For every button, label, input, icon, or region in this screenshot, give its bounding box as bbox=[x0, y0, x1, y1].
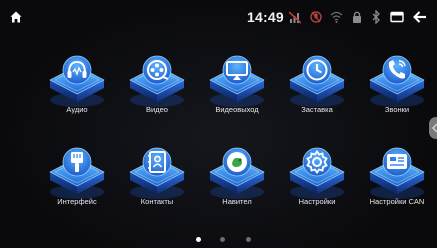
app-label: Звонки bbox=[384, 105, 410, 114]
tile-base bbox=[129, 147, 185, 199]
can-settings-icon bbox=[387, 154, 407, 169]
app-tile-contacts-book[interactable]: Контакты bbox=[117, 142, 197, 232]
mic-off-icon bbox=[310, 11, 322, 23]
page-dot-1[interactable] bbox=[196, 237, 201, 242]
tile-base bbox=[129, 55, 185, 107]
app-tile-phone-call[interactable]: Звонки bbox=[357, 50, 437, 140]
navitel-logo-icon bbox=[227, 152, 247, 172]
tile-base bbox=[289, 147, 345, 199]
lock-icon bbox=[353, 11, 361, 23]
app-label: Видеовыход bbox=[215, 105, 259, 114]
launcher-screen: 14:49 Аудио Видео Видеовыход Заставка Зв… bbox=[0, 0, 437, 248]
tile-base bbox=[209, 147, 265, 199]
app-label: Аудио bbox=[66, 105, 88, 114]
app-label: Заставка bbox=[301, 105, 333, 114]
app-label: Контакты bbox=[140, 197, 174, 206]
app-label: Настройки CAN bbox=[369, 197, 425, 206]
app-label: Навител bbox=[222, 197, 252, 206]
tile-base bbox=[49, 55, 105, 107]
side-drawer-handle[interactable] bbox=[429, 117, 437, 139]
app-label: Настройки bbox=[298, 197, 336, 206]
app-tile-gear[interactable]: Настройки bbox=[277, 142, 357, 232]
app-tile-film-reel[interactable]: Видео bbox=[117, 50, 197, 140]
wifi-icon bbox=[330, 11, 343, 23]
page-dot-3[interactable] bbox=[246, 237, 251, 242]
app-label: Видео bbox=[146, 105, 168, 114]
chevron-left-icon bbox=[432, 123, 437, 133]
app-tile-navitel-logo[interactable]: Навител bbox=[197, 142, 277, 232]
tile-base bbox=[49, 147, 105, 199]
app-tile-headphones[interactable]: Аудио bbox=[37, 50, 117, 140]
app-tile-can-settings[interactable]: Настройки CAN bbox=[357, 142, 437, 232]
app-label: Интерфейс bbox=[57, 197, 97, 206]
tile-base bbox=[289, 55, 345, 107]
tile-base bbox=[369, 147, 425, 199]
signal-off-icon bbox=[289, 11, 301, 24]
tile-base bbox=[369, 55, 425, 107]
app-tile-screen-cast[interactable]: Видеовыход bbox=[197, 50, 277, 140]
app-tile-clock[interactable]: Заставка bbox=[277, 50, 357, 140]
app-tile-paint-brush[interactable]: Интерфейс bbox=[37, 142, 117, 232]
bluetooth-icon bbox=[372, 10, 380, 24]
home-icon[interactable] bbox=[10, 11, 22, 23]
page-dot-2[interactable] bbox=[220, 237, 225, 242]
tile-base bbox=[209, 55, 265, 107]
clock-time: 14:49 bbox=[247, 9, 284, 25]
status-bar: 14:49 bbox=[0, 0, 437, 34]
window-icon[interactable] bbox=[390, 10, 404, 24]
back-arrow-icon[interactable] bbox=[413, 10, 427, 24]
